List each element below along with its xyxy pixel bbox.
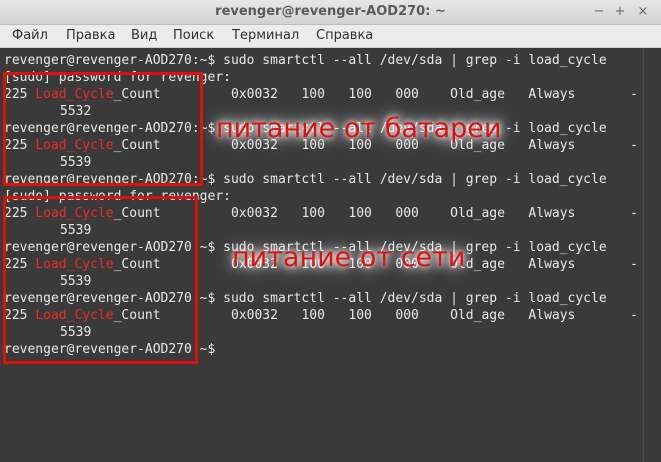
minimize-button[interactable]: − [590, 3, 608, 21]
command-line: revenger@revenger-AOD270:~$ sudo smartct… [4, 52, 607, 69]
window-title: revenger@revenger-AOD270: ~ [215, 4, 446, 19]
command-text: sudo smartctl --all /dev/sda | grep -i l… [215, 172, 607, 187]
menu-search[interactable]: Поиск [173, 28, 214, 43]
attr-fields: 0x0032 100 100 000 Old_age Always - [160, 308, 638, 323]
command-text: sudo smartctl --all /dev/sda | grep -i l… [215, 53, 607, 68]
mains-annotation: питание от сети [232, 242, 466, 273]
battery-highlight-box [3, 72, 203, 186]
menu-help[interactable]: Справка [316, 28, 373, 43]
terminal-scrollbar[interactable] [643, 48, 661, 462]
attr-fields: 0x0032 100 100 000 Old_age Always - [160, 87, 638, 102]
menu-terminal[interactable]: Терминал [232, 28, 299, 43]
mains-highlight-box [3, 196, 198, 364]
terminal-window: revenger@revenger-AOD270: ~ − + × Файл П… [0, 0, 661, 462]
menu-bar: Файл Правка Вид Поиск Терминал Справка [0, 25, 661, 48]
command-text: sudo smartctl --all /dev/sda | grep -i l… [215, 291, 607, 306]
menu-view[interactable]: Вид [131, 28, 157, 43]
shell-prompt: revenger@revenger-AOD270:~$ [4, 53, 216, 68]
menu-edit[interactable]: Правка [66, 28, 115, 43]
attr-fields: 0x0032 100 100 000 Old_age Always - [160, 206, 638, 221]
title-bar[interactable]: revenger@revenger-AOD270: ~ − + × [0, 0, 661, 25]
battery-annotation: питание от батареи [216, 113, 502, 144]
menu-file[interactable]: Файл [12, 28, 48, 43]
close-button[interactable]: × [634, 3, 652, 21]
maximize-button[interactable]: + [611, 3, 629, 21]
